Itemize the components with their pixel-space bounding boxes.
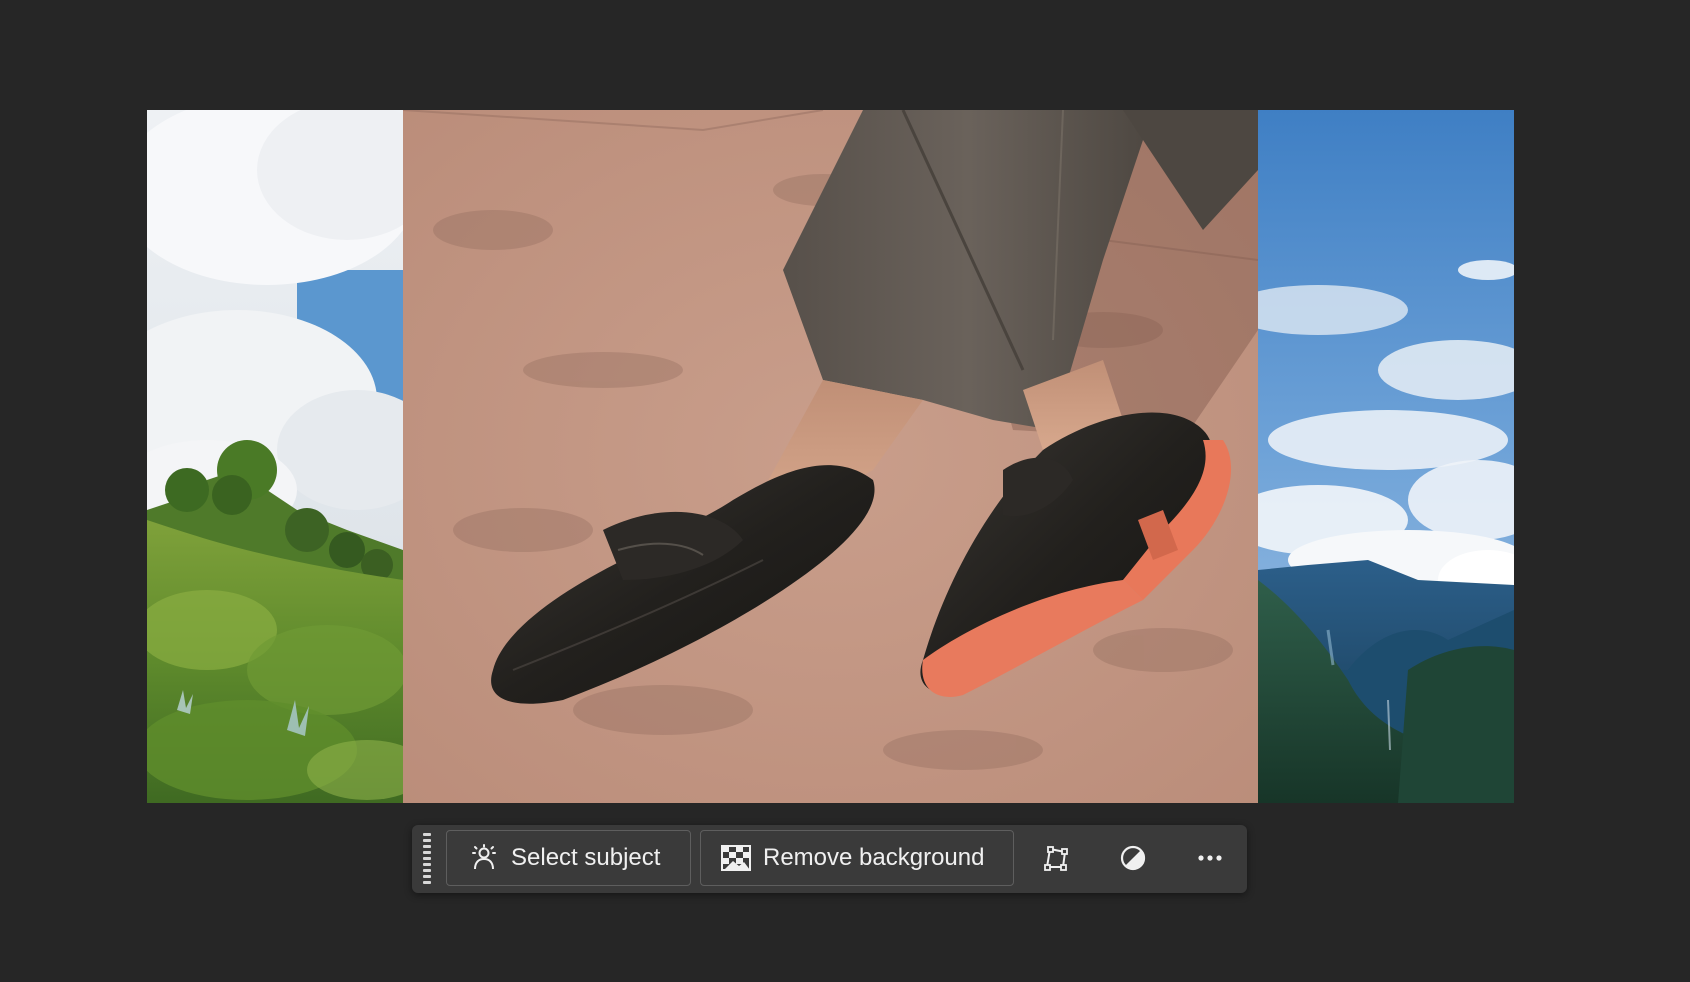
select-subject-label: Select subject [511,844,661,871]
checkerboard-icon [721,843,751,873]
drag-handle-icon[interactable] [422,832,432,886]
document-canvas[interactable] [147,110,1514,803]
half-circle-adjust-icon[interactable] [1109,834,1157,882]
more-options-icon[interactable] [1186,834,1234,882]
workspace: Select subject Remove background [0,0,1690,982]
remove-background-button[interactable]: Remove background [700,830,1014,886]
transform-shape-icon[interactable] [1032,834,1080,882]
person-selection-icon [469,843,499,873]
mountains-image [1258,110,1514,803]
select-subject-button[interactable]: Select subject [446,830,691,886]
image-panel-left-hillside[interactable] [147,110,403,803]
loafers-image [403,110,1258,803]
remove-background-label: Remove background [763,844,985,871]
image-panel-right-mountains[interactable] [1258,110,1514,803]
image-panel-center-loafers[interactable] [403,110,1258,803]
contextual-task-bar: Select subject Remove background [412,825,1247,893]
hillside-image [147,110,403,803]
